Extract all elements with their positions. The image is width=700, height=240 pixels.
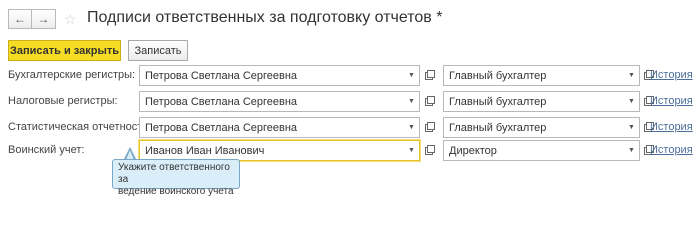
position-field[interactable]: Главный бухгалтер ▼ [443,117,640,138]
page-title: Подписи ответственных за подготовку отче… [87,9,443,26]
position-field[interactable]: Директор ▼ [443,140,640,161]
history-link[interactable]: История [650,69,693,81]
row-label: Налоговые регистры: [8,95,118,107]
open-icon[interactable] [423,120,437,134]
person-field[interactable]: Иванов Иван Иванович ▼ [139,140,420,161]
person-field[interactable]: Петрова Светлана Сергеевна ▼ [139,65,420,86]
dropdown-arrow-icon[interactable]: ▼ [624,66,639,85]
row-label: Статистическая отчетность: [8,121,152,133]
person-field[interactable]: Петрова Светлана Сергеевна ▼ [139,117,420,138]
open-icon[interactable] [423,68,437,82]
dropdown-arrow-icon[interactable]: ▼ [404,92,419,111]
position-value: Директор [449,145,497,157]
save-and-close-button[interactable]: Записать и закрыть [8,40,121,61]
tooltip: Укажите ответственного за ведение воинск… [112,159,240,197]
arrow-left-icon: ← [14,12,26,26]
arrow-right-icon: → [37,12,50,26]
dropdown-arrow-icon[interactable]: ▼ [404,141,419,160]
person-value: Иванов Иван Иванович [145,145,265,157]
tooltip-line: ведение воинского учета [118,186,234,197]
history-link[interactable]: История [650,121,693,133]
nav-buttons: ← → [8,9,56,29]
person-value: Петрова Светлана Сергеевна [145,70,298,82]
row-label: Воинский учет: [8,144,85,156]
position-field[interactable]: Главный бухгалтер ▼ [443,91,640,112]
row-label: Бухгалтерские регистры: [8,69,136,81]
forward-button[interactable]: → [32,9,56,29]
position-value: Главный бухгалтер [449,70,547,82]
dropdown-arrow-icon[interactable]: ▼ [624,141,639,160]
history-link[interactable]: История [650,144,693,156]
person-value: Петрова Светлана Сергеевна [145,122,298,134]
back-button[interactable]: ← [8,9,32,29]
open-icon[interactable] [423,94,437,108]
history-link[interactable]: История [650,95,693,107]
tooltip-line: Укажите ответственного за [118,162,230,185]
dropdown-arrow-icon[interactable]: ▼ [624,92,639,111]
position-field[interactable]: Главный бухгалтер ▼ [443,65,640,86]
row-accounting-registers: Бухгалтерские регистры: Петрова Светлана… [0,65,700,87]
position-value: Главный бухгалтер [449,122,547,134]
person-value: Петрова Светлана Сергеевна [145,96,298,108]
dropdown-arrow-icon[interactable]: ▼ [624,118,639,137]
position-value: Главный бухгалтер [449,96,547,108]
person-field[interactable]: Петрова Светлана Сергеевна ▼ [139,91,420,112]
open-icon[interactable] [423,143,437,157]
save-button[interactable]: Записать [128,40,188,61]
dropdown-arrow-icon[interactable]: ▼ [404,118,419,137]
favorite-star-icon[interactable]: ☆ [64,10,77,28]
row-statistical-reporting: Статистическая отчетность: Петрова Светл… [0,117,700,139]
dropdown-arrow-icon[interactable]: ▼ [404,66,419,85]
row-tax-registers: Налоговые регистры: Петрова Светлана Сер… [0,91,700,113]
row-military-registration: Воинский учет: Иванов Иван Иванович ▼ Ди… [0,140,700,162]
